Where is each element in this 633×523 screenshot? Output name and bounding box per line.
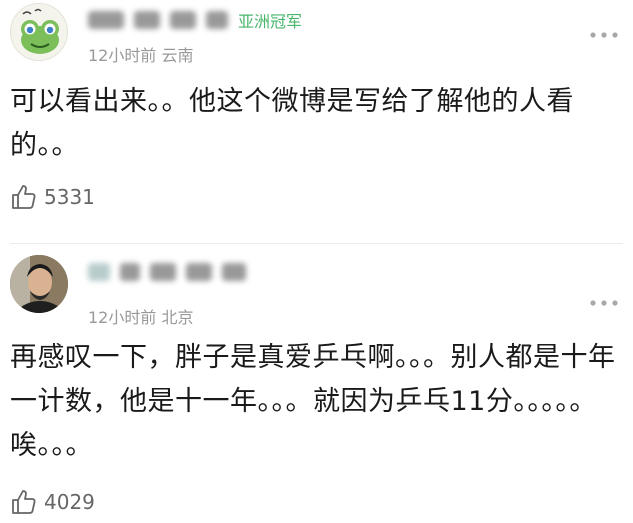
like-count: 4029 bbox=[44, 490, 95, 514]
avatar[interactable] bbox=[10, 3, 68, 61]
frog-avatar-icon bbox=[11, 4, 67, 60]
comment-item: 亚洲冠军 12小时前 云南 可以看出来。。他这个微博是写给了解他的人看的。。 5… bbox=[0, 0, 633, 240]
more-dots-icon bbox=[590, 300, 618, 306]
blurred-name-part bbox=[88, 263, 110, 281]
blurred-name-part bbox=[150, 263, 176, 281]
username[interactable]: 亚洲冠军 bbox=[88, 9, 302, 31]
thumbs-up-icon bbox=[12, 490, 36, 514]
blurred-name-part bbox=[170, 11, 196, 29]
comment-meta: 12小时前 云南 bbox=[88, 42, 193, 66]
blurred-name-part bbox=[134, 11, 160, 29]
avatar[interactable] bbox=[10, 255, 68, 313]
comment-text: 可以看出来。。他这个微博是写给了解他的人看的。。 bbox=[10, 86, 574, 161]
user-badge: 亚洲冠军 bbox=[238, 12, 303, 31]
comment-item: 12小时前 北京 再感叹一下，胖子是真爱乒乓啊。。。别人都是十年一计数，他是十一… bbox=[0, 252, 633, 523]
like-button[interactable]: 4029 bbox=[10, 488, 95, 516]
like-count: 5331 bbox=[44, 185, 95, 209]
blurred-name-part bbox=[186, 263, 212, 281]
comment-time: 12小时前 bbox=[88, 308, 157, 327]
like-button[interactable]: 5331 bbox=[10, 183, 95, 211]
more-options-button[interactable] bbox=[589, 20, 619, 44]
blurred-name-part bbox=[206, 11, 228, 29]
more-options-button[interactable] bbox=[589, 288, 619, 312]
blurred-name-part bbox=[222, 263, 246, 281]
comment-text: 再感叹一下，胖子是真爱乒乓啊。。。别人都是十年一计数，他是十一年。。。就因为乒乓… bbox=[10, 342, 616, 461]
blurred-name-part bbox=[88, 11, 124, 29]
blurred-name-part bbox=[120, 263, 140, 281]
comment-divider bbox=[10, 243, 623, 244]
username[interactable] bbox=[88, 261, 256, 283]
more-dots-icon bbox=[590, 32, 618, 38]
thumbs-up-icon bbox=[12, 185, 36, 209]
comment-time: 12小时前 bbox=[88, 46, 157, 65]
person-avatar-icon bbox=[10, 255, 68, 313]
comment-meta: 12小时前 北京 bbox=[88, 304, 193, 328]
comment-location: 云南 bbox=[161, 46, 194, 65]
comment-location: 北京 bbox=[161, 308, 194, 327]
